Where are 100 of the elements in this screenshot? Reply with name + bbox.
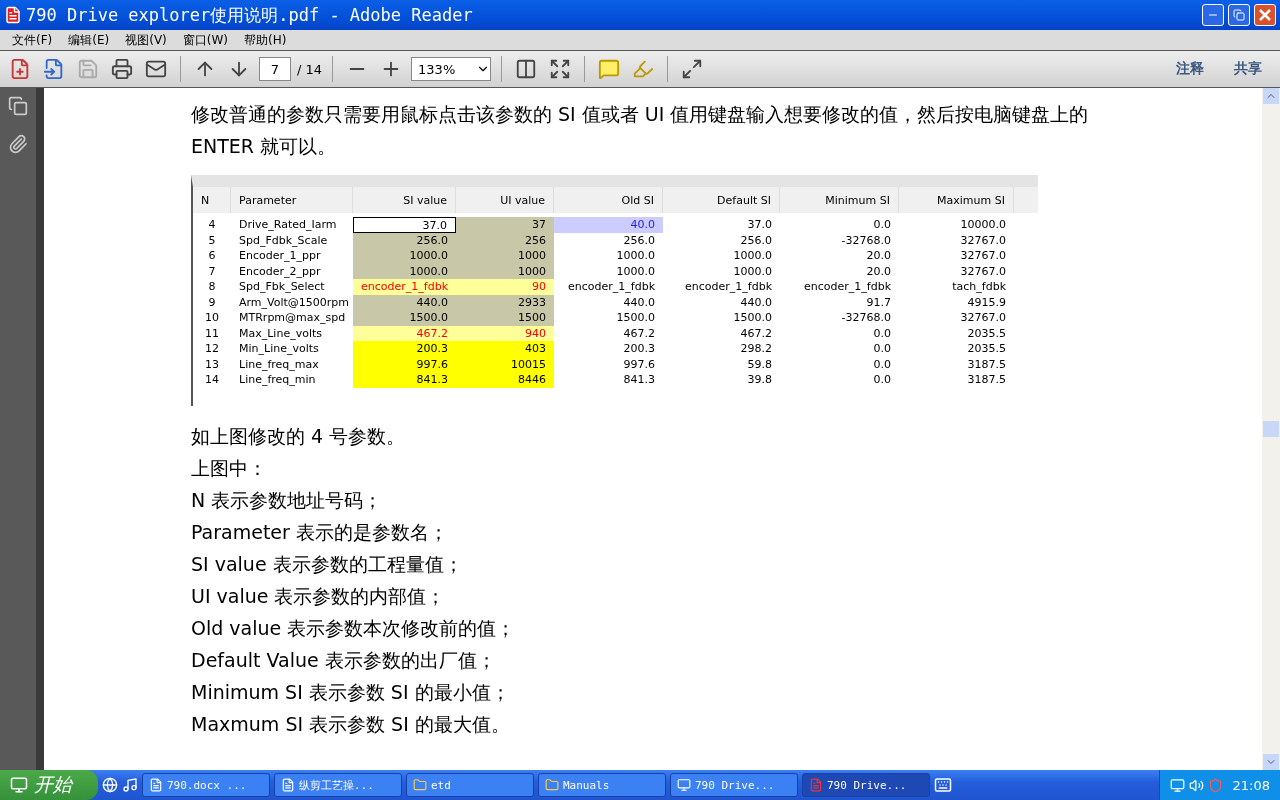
text-line: Default Value 表示参数的出厂值； xyxy=(191,647,497,673)
taskbar-button[interactable]: Manuals xyxy=(538,773,666,797)
taskbar-button[interactable]: 790 Drive... xyxy=(802,773,930,797)
column-header: Maximum SI xyxy=(899,187,1014,213)
attachment-icon[interactable] xyxy=(8,134,28,154)
column-header: UI value xyxy=(456,187,554,213)
table-cell: 37.0 xyxy=(353,217,456,233)
toolbar-tab[interactable]: 共享 xyxy=(1222,60,1274,78)
text-line: SI value 表示参数的工程量值； xyxy=(191,551,464,577)
table-cell: 37 xyxy=(456,217,554,233)
menu-item[interactable]: 帮助(H) xyxy=(236,31,295,49)
table-cell-text: Spd_Fbk_Select xyxy=(238,279,326,295)
table-cell-text: 6 xyxy=(207,248,217,264)
table-cell-text: Drive_Rated_Iarm xyxy=(238,217,338,233)
table-cell-text: 20.0 xyxy=(865,263,892,279)
minimize-button[interactable] xyxy=(1202,4,1224,26)
table-cell-text: 4915.9 xyxy=(966,294,1007,310)
page-field[interactable]: 7 xyxy=(259,57,291,81)
taskbar-button[interactable]: 790 Drive... xyxy=(670,773,798,797)
text-line: Minimum SI 表示参数 SI 的最小值； xyxy=(191,679,511,705)
table-cell-text: 2035.5 xyxy=(966,341,1007,357)
table-cell-text: Spd_Fdbk_Scale xyxy=(238,232,329,248)
monitor-icon xyxy=(677,778,691,792)
menu-item[interactable]: 视图(V) xyxy=(117,31,175,49)
browser-icon[interactable] xyxy=(102,777,118,793)
table-cell-text: 467.2 xyxy=(739,325,773,341)
taskbar-button[interactable]: 790.docx ... xyxy=(142,773,270,797)
taskbar-button[interactable]: 纵剪工艺操... xyxy=(274,773,402,797)
pages-icon[interactable] xyxy=(8,96,28,116)
table-cell-text: 39.8 xyxy=(746,372,773,388)
table-cell-text: 10000.0 xyxy=(959,217,1007,233)
table-cell-text: -32768.0 xyxy=(840,310,892,326)
table-cell-text: 440.0 xyxy=(739,294,773,310)
close-button[interactable] xyxy=(1254,4,1276,26)
table-cell-text: encoder_1_fdbk xyxy=(567,279,656,295)
table-cell-text: Max_Line_volts xyxy=(238,325,323,341)
pdf-icon xyxy=(809,778,823,792)
column-header: Old SI xyxy=(554,187,663,213)
table-cell-text: 1500.0 xyxy=(615,310,656,326)
taskbar-button[interactable]: etd xyxy=(406,773,534,797)
table-cell: 841.3 xyxy=(353,372,456,388)
table-cell-text: 3187.5 xyxy=(966,372,1007,388)
table-cell-text: 256.0 xyxy=(622,232,656,248)
text-line: Old value 表示参数本次修改前的值； xyxy=(191,615,517,641)
table-cell-text: Encoder_2_ppr xyxy=(238,263,322,279)
media-icon[interactable] xyxy=(122,777,138,793)
menu-item[interactable]: 文件(F) xyxy=(4,31,61,49)
table-cell-text: Line_freq_max xyxy=(238,356,320,372)
table-cell-text: Min_Line_volts xyxy=(238,341,320,357)
volume-icon[interactable] xyxy=(1188,777,1204,793)
table-cell-text: 841.3 xyxy=(622,372,656,388)
table-cell-text: 0.0 xyxy=(872,341,892,357)
window-title: 790 Drive explorer使用说明.pdf - Adobe Reader xyxy=(26,3,474,27)
table-cell-text: 8 xyxy=(207,279,217,295)
table-cell-text: 14 xyxy=(204,372,220,388)
table-cell-text: 0.0 xyxy=(872,372,892,388)
table-cell-text: 7 xyxy=(207,263,217,279)
zoom-field[interactable]: 133% xyxy=(411,57,492,81)
table-cell-text: 0.0 xyxy=(872,356,892,372)
paragraph: 修改普通的参数只需要用鼠标点击该参数的 SI 值或者 UI 值用键盘输入想要修改的值，然后按电脑键盘上的 ENTER 就可以。 xyxy=(191,102,1090,159)
menu-item[interactable]: 窗口(W) xyxy=(174,31,237,49)
table-cell-text: 59.8 xyxy=(746,356,773,372)
table-cell: 1500.0 xyxy=(353,310,456,326)
table-cell-text: tach_fdbk xyxy=(951,279,1007,295)
table-cell-text: 440.0 xyxy=(622,294,656,310)
restore-icon xyxy=(1233,9,1245,21)
table-cell-text: Arm_Volt@1500rpm xyxy=(238,294,351,310)
table-cell-text: 32767.0 xyxy=(959,232,1007,248)
table-cell-text: 20.0 xyxy=(865,248,892,264)
table-cell-text: 32767.0 xyxy=(959,310,1007,326)
column-header: SI value xyxy=(353,187,456,213)
table-cell-text: 1500.0 xyxy=(732,310,773,326)
table-cell-text: Encoder_1_ppr xyxy=(238,248,322,264)
text-line: UI value 表示参数的内部值； xyxy=(191,583,447,609)
text-line: 如上图修改的 4 号参数。 xyxy=(191,423,407,449)
table-cell-text: 256.0 xyxy=(739,232,773,248)
restore-button[interactable] xyxy=(1228,4,1250,26)
table-cell-text: 11 xyxy=(204,325,220,341)
column-header: Parameter xyxy=(231,187,353,213)
toolbar-tab[interactable]: 注释 xyxy=(1164,60,1216,78)
keyboard-icon[interactable] xyxy=(934,776,952,794)
table-cell-text: Line_freq_min xyxy=(238,372,317,388)
folder-icon xyxy=(413,778,427,792)
table-cell-text: 12 xyxy=(204,341,220,357)
folder-icon xyxy=(545,778,559,792)
scroll-thumb[interactable] xyxy=(1263,421,1279,437)
table-cell-text: 91.7 xyxy=(865,294,892,310)
table-cell-text: 997.6 xyxy=(622,356,656,372)
table-cell: 8446 xyxy=(456,372,554,388)
text-line: Parameter 表示的是参数名； xyxy=(191,519,449,545)
menu-item[interactable]: 编辑(E) xyxy=(60,31,118,49)
text-line: N 表示参数地址号码； xyxy=(191,487,384,513)
table-cell-text: 1000.0 xyxy=(732,248,773,264)
pdf-icon xyxy=(4,6,22,24)
table-cell: 200.3 xyxy=(353,341,456,357)
network-icon[interactable] xyxy=(1169,777,1185,793)
table-cell-text: 467.2 xyxy=(622,325,656,341)
table-cell-text: 10 xyxy=(204,310,220,326)
table-cell-text: 37.0 xyxy=(746,217,773,233)
start-button[interactable]: 开始 xyxy=(0,770,98,800)
